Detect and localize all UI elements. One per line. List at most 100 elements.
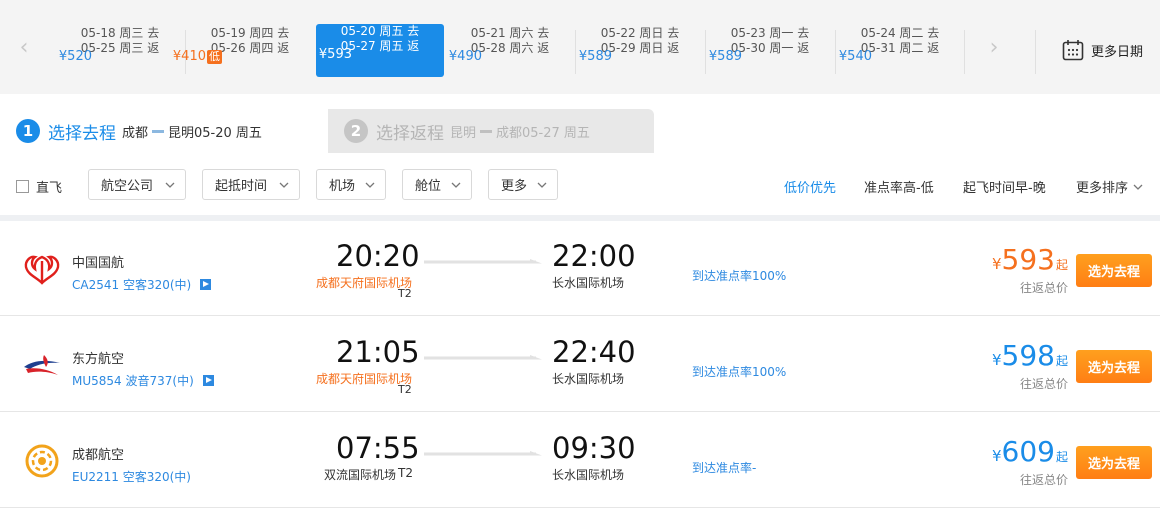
date-price: ¥410: [172, 49, 206, 64]
tab-route: 昆明 成都05-27 周五: [450, 122, 590, 141]
route-to: 成都05-27 周五: [496, 125, 590, 141]
air-china-logo-icon: [24, 255, 60, 285]
departure-time: 21:05: [336, 335, 420, 369]
lowest-price-badge: 低: [207, 50, 222, 64]
airport-filter-dropdown[interactable]: 机场: [316, 169, 386, 200]
date-option[interactable]: 05-23 周一 去 05-30 周一 返 ¥589: [706, 26, 834, 76]
departure-terminal: T2: [398, 383, 412, 396]
chevron-down-icon: [279, 182, 289, 188]
arrival-airport: 长水国际机场: [552, 468, 625, 482]
round-trip-total-label: 往返总价: [1019, 281, 1068, 295]
more-sort-label: 更多排序: [1076, 181, 1129, 196]
chevron-down-icon: [365, 182, 375, 188]
date-price: ¥520: [58, 49, 92, 64]
chevron-down-icon: [537, 182, 547, 188]
currency-symbol: ¥: [991, 351, 1002, 369]
date-option[interactable]: 05-24 周二 去 05-31 周二 返 ¥540: [836, 26, 964, 76]
date-option-selected[interactable]: 05-20 周五 去 05-27 周五 返 ¥593: [316, 24, 444, 77]
on-time-rate: 到达准点率100%: [692, 269, 787, 283]
dropdown-label: 航空公司: [101, 179, 154, 194]
trip-step-tabs: 1 选择去程 成都 昆明05-20 周五 2 选择返程 昆明 成都05-27 周…: [0, 109, 1160, 153]
flight-number[interactable]: CA2541 空客320(中): [72, 276, 212, 293]
route-dash-icon: [152, 129, 165, 133]
flight-number[interactable]: MU5854 波音737(中): [72, 372, 214, 389]
tab-return[interactable]: 2 选择返程 昆明 成都05-27 周五: [328, 109, 654, 153]
departure-time: 07:55: [336, 431, 420, 465]
cabin-filter-dropdown[interactable]: 舱位: [402, 169, 472, 200]
next-dates-arrow-icon[interactable]: ›: [984, 33, 1004, 63]
more-dates-button[interactable]: 更多日期: [1062, 38, 1143, 62]
prev-dates-arrow-icon[interactable]: ‹: [14, 33, 34, 63]
dropdown-label: 舱位: [415, 179, 442, 194]
flight-number-text: EU2211 空客320(中): [72, 470, 191, 484]
flight-route-line-icon: [424, 355, 542, 360]
tab-title: 选择去程: [48, 123, 116, 144]
direct-flight-checkbox[interactable]: 直飞: [16, 177, 62, 196]
arrival-airport: 长水国际机场: [552, 372, 625, 386]
flight-price: ¥ 593 起: [992, 243, 1068, 277]
on-time-rate: 到达准点率-: [692, 461, 757, 475]
more-filter-dropdown[interactable]: 更多: [488, 169, 558, 200]
dropdown-label: 起抵时间: [215, 179, 268, 194]
date-option[interactable]: 05-21 周六 去 05-28 周六 返 ¥490: [446, 26, 574, 76]
flight-price: ¥ 609 起: [992, 435, 1068, 469]
chevron-down-icon: [165, 182, 175, 188]
time-filter-dropdown[interactable]: 起抵时间: [202, 169, 300, 200]
round-trip-total-label: 往返总价: [1019, 473, 1068, 487]
flight-row: 东方航空 MU5854 波音737(中) 21:05 成都天府国际机场 T2 2…: [0, 317, 1160, 412]
price-value: 609: [1001, 435, 1055, 468]
step-number: 2: [344, 119, 368, 143]
direct-flight-label: 直飞: [36, 181, 63, 196]
currency-symbol: ¥: [991, 447, 1002, 465]
date-price: ¥540: [838, 49, 872, 64]
filter-bar: 直飞 航空公司 起抵时间 机场 舱位 更多 低价优先 准点率高-低 起飞时间早-…: [0, 153, 1160, 215]
chengdu-airlines-logo-icon: [25, 444, 59, 478]
select-outbound-button[interactable]: 选为去程: [1076, 446, 1152, 479]
date-go: 05-24 周二 去: [860, 26, 940, 40]
flight-route-line-icon: [424, 259, 542, 264]
tab-route: 成都 昆明05-20 周五: [122, 122, 262, 141]
flight-row: 成都航空 EU2211 空客320(中) 07:55 双流国际机场 T2 09:…: [0, 413, 1160, 508]
date-option[interactable]: 05-19 周四 去 05-26 周四 返 ¥410 低: [173, 26, 314, 76]
sort-on-time-rate[interactable]: 准点率高-低: [864, 177, 934, 196]
dropdown-label: 更多: [501, 179, 528, 194]
on-time-rate: 到达准点率100%: [692, 365, 787, 379]
flight-price: ¥ 598 起: [992, 339, 1068, 373]
dropdown-label: 机场: [329, 179, 356, 194]
date-price: ¥593: [318, 47, 352, 62]
price-from-label: 起: [1055, 258, 1068, 272]
date-go: 05-22 周日 去: [600, 26, 680, 40]
sort-lowest-price[interactable]: 低价优先: [784, 177, 836, 196]
select-outbound-button[interactable]: 选为去程: [1076, 350, 1152, 383]
arrival-airport: 长水国际机场: [552, 276, 625, 290]
china-eastern-logo-icon: [24, 355, 60, 375]
airline-name: 东方航空: [72, 352, 125, 367]
price-value: 598: [1001, 339, 1055, 372]
select-outbound-button[interactable]: 选为去程: [1076, 254, 1152, 287]
flight-number[interactable]: EU2211 空客320(中): [72, 468, 191, 485]
more-sort-dropdown[interactable]: 更多排序: [1076, 177, 1144, 196]
play-icon[interactable]: [200, 279, 212, 290]
play-icon[interactable]: [202, 375, 214, 386]
date-price: ¥589: [708, 49, 742, 64]
checkbox-icon: [16, 180, 29, 193]
date-divider: [964, 30, 965, 74]
departure-airport: 双流国际机场: [324, 468, 397, 482]
arrival-time: 22:00: [552, 239, 636, 273]
date-option[interactable]: 05-22 周日 去 05-29 周日 返 ¥589: [576, 26, 704, 76]
route-from: 成都: [122, 125, 149, 141]
more-dates-label: 更多日期: [1091, 44, 1144, 60]
tab-title: 选择返程: [376, 123, 444, 144]
tab-outbound[interactable]: 1 选择去程 成都 昆明05-20 周五: [0, 109, 328, 153]
date-option[interactable]: 05-18 周三 去 05-25 周三 返 ¥520: [56, 26, 184, 76]
airline-filter-dropdown[interactable]: 航空公司: [88, 169, 186, 200]
flight-number-text: MU5854 波音737(中): [72, 374, 194, 388]
date-go: 05-23 周一 去: [730, 26, 810, 40]
date-price: ¥589: [578, 49, 612, 64]
route-from: 昆明: [450, 125, 477, 141]
price-value: 593: [1001, 243, 1055, 276]
route-dash-icon: [480, 129, 493, 133]
sort-departure-time[interactable]: 起飞时间早-晚: [963, 177, 1046, 196]
arrival-time: 09:30: [552, 431, 636, 465]
arrival-time: 22:40: [552, 335, 636, 369]
